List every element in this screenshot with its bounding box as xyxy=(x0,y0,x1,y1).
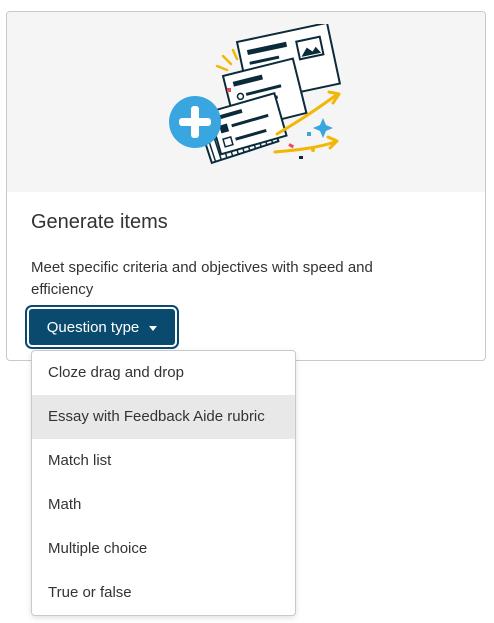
menu-item-true-or-false[interactable]: True or false xyxy=(32,571,295,615)
question-type-menu: Cloze drag and drop Essay with Feedback … xyxy=(31,350,296,616)
card-description: Meet specific criteria and objectives wi… xyxy=(31,259,373,298)
question-type-button[interactable]: Question type xyxy=(29,309,175,345)
question-type-button-label: Question type xyxy=(46,318,140,336)
card-title: Generate items xyxy=(31,211,168,233)
menu-item-math[interactable]: Math xyxy=(32,483,295,527)
caret-down-icon xyxy=(149,325,158,331)
card-hero xyxy=(7,12,485,192)
menu-item-cloze-drag-and-drop[interactable]: Cloze drag and drop xyxy=(32,351,295,395)
generate-items-illustration-icon xyxy=(169,24,342,165)
menu-item-essay-with-feedback-aide-rubric[interactable]: Essay with Feedback Aide rubric xyxy=(32,395,295,439)
menu-item-match-list[interactable]: Match list xyxy=(32,439,295,483)
menu-item-multiple-choice[interactable]: Multiple choice xyxy=(32,527,295,571)
